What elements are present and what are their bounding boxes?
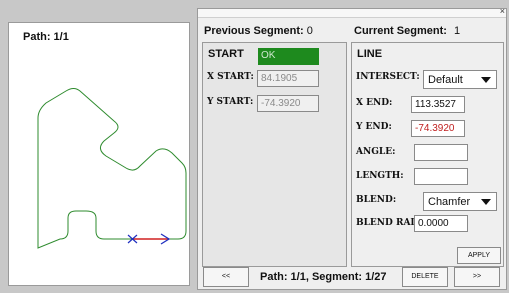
path-preview-pane: Path: 1/1 bbox=[8, 22, 190, 286]
apply-button[interactable]: APPLY bbox=[457, 247, 501, 264]
close-icon[interactable]: × bbox=[500, 6, 505, 16]
intersect-value: Default bbox=[428, 74, 463, 86]
x-start-label: X START: bbox=[207, 72, 254, 82]
chevron-down-icon bbox=[481, 199, 491, 205]
start-title: START bbox=[208, 48, 244, 60]
blend-rad-label: BLEND RAD: bbox=[356, 218, 422, 228]
length-label: LENGTH: bbox=[356, 171, 404, 181]
length-field[interactable] bbox=[414, 168, 468, 185]
next-segment-button[interactable]: >> bbox=[454, 267, 500, 287]
current-segment-label: Current Segment: 1 bbox=[354, 25, 460, 37]
angle-field[interactable] bbox=[414, 144, 468, 161]
tool-path bbox=[37, 88, 187, 249]
line-section: LINE INTERSECT: Default X END: 113.3527 … bbox=[351, 42, 504, 267]
delete-button[interactable]: DELETE bbox=[402, 267, 448, 287]
previous-segment-caption: Previous Segment: bbox=[204, 25, 304, 37]
current-segment-value: 1 bbox=[453, 25, 461, 37]
y-end-field[interactable]: -74.3920 bbox=[411, 120, 465, 137]
intersect-label: INTERSECT: bbox=[356, 72, 420, 82]
previous-segment-value: 0 bbox=[306, 25, 313, 37]
path-canvas[interactable] bbox=[9, 23, 189, 285]
start-status-badge: OK bbox=[258, 48, 319, 65]
x-end-label: X END: bbox=[356, 98, 393, 108]
segment-editor-panel: × Previous Segment: 0 Current Segment: 1… bbox=[197, 6, 507, 290]
chevron-down-icon bbox=[481, 77, 491, 83]
title-strip: × bbox=[198, 6, 506, 18]
y-start-label: Y START: bbox=[207, 97, 254, 107]
blend-value: Chamfer bbox=[428, 196, 471, 208]
x-end-field[interactable]: 113.3527 bbox=[411, 96, 465, 113]
start-section: START OK X START: 84.1905 Y START: -74.3… bbox=[202, 42, 347, 267]
blend-label: BLEND: bbox=[356, 195, 397, 205]
y-end-label: Y END: bbox=[356, 122, 392, 132]
segment-navigation-status: Path: 1/1, Segment: 1/27 bbox=[260, 271, 387, 283]
current-segment-caption: Current Segment: bbox=[354, 25, 447, 37]
intersect-dropdown[interactable]: Default bbox=[423, 70, 497, 89]
angle-label: ANGLE: bbox=[356, 147, 396, 157]
x-start-field[interactable]: 84.1905 bbox=[257, 70, 319, 87]
blend-rad-field[interactable]: 0.0000 bbox=[414, 215, 468, 232]
line-title: LINE bbox=[357, 48, 383, 60]
blend-dropdown[interactable]: Chamfer bbox=[423, 192, 497, 211]
y-start-field[interactable]: -74.3920 bbox=[257, 95, 319, 112]
previous-segment-label: Previous Segment: 0 bbox=[204, 25, 313, 37]
previous-segment-button[interactable]: << bbox=[203, 267, 249, 287]
